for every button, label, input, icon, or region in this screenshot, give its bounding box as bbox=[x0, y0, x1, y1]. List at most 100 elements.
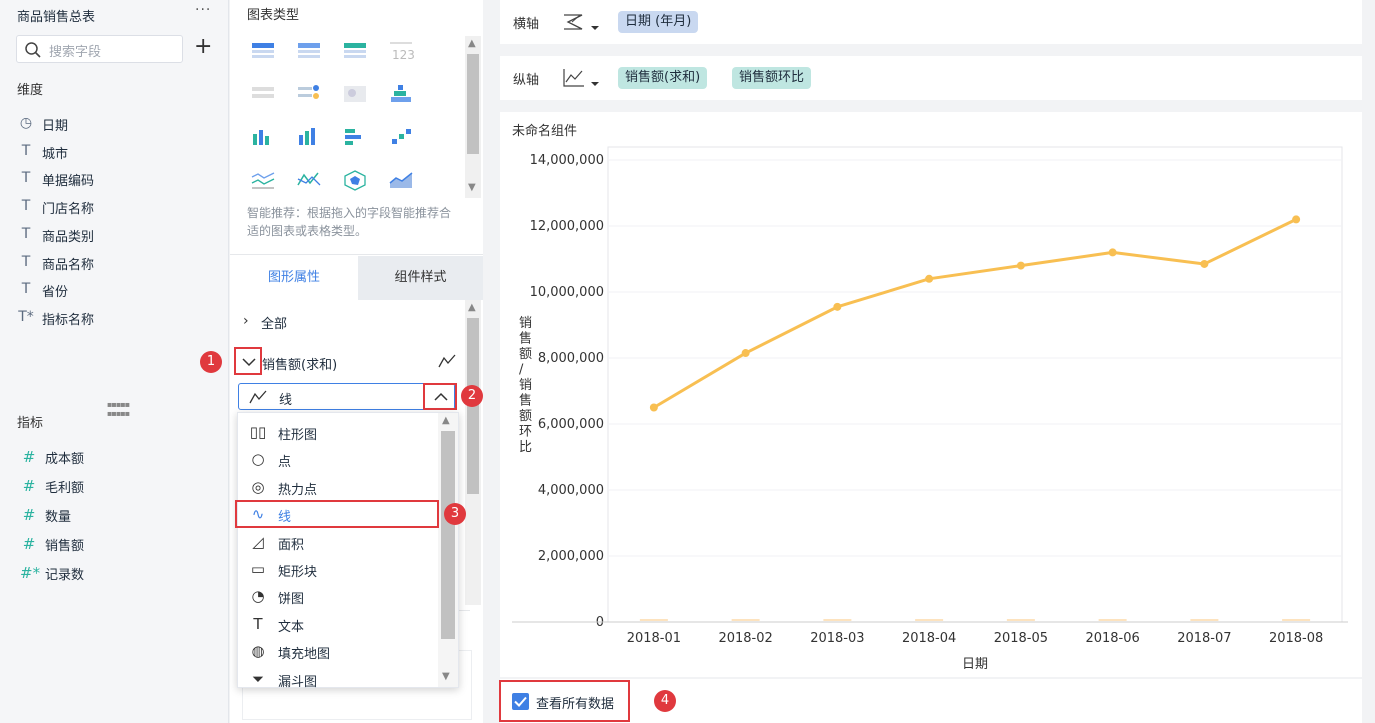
chart-type-icon[interactable] bbox=[296, 83, 322, 105]
field-item[interactable]: # 成本额 bbox=[20, 446, 210, 468]
chart-type-icon[interactable] bbox=[342, 40, 368, 62]
field-item[interactable]: T 商品类别 bbox=[17, 224, 207, 246]
mark-option[interactable]: ◔ 饼图 bbox=[248, 586, 433, 608]
text-type-calc-icon: T* bbox=[18, 308, 34, 325]
scroll-thumb[interactable] bbox=[467, 54, 479, 154]
scroll-down-icon[interactable]: ▼ bbox=[442, 671, 450, 682]
svg-text:123: 123 bbox=[392, 48, 414, 62]
mark-option-label: 填充地图 bbox=[278, 647, 331, 663]
chart-type-icon[interactable] bbox=[250, 126, 276, 148]
text-type-icon: T bbox=[21, 198, 31, 215]
chart-type-icon[interactable]: 123 bbox=[388, 40, 414, 62]
chevron-right-icon[interactable]: › bbox=[243, 313, 249, 329]
field-item[interactable]: T 省份 bbox=[17, 279, 207, 301]
tab-component-style[interactable]: 组件样式 bbox=[358, 256, 483, 300]
chart-type-icon[interactable] bbox=[342, 126, 368, 148]
line-icon bbox=[249, 390, 267, 404]
tab-graphic-properties[interactable]: 图形属性 bbox=[230, 256, 358, 300]
data-point bbox=[925, 274, 934, 283]
mark-option[interactable]: ○ 点 bbox=[248, 449, 433, 471]
chart-type-icon[interactable] bbox=[296, 169, 322, 191]
resize-grip-icon[interactable]: ▪▪▪▪▪ ▪▪▪▪▪ bbox=[107, 400, 130, 418]
data-point bbox=[833, 302, 842, 311]
dropdown-scrollbar[interactable]: ▲ ▼ bbox=[438, 413, 458, 687]
more-icon[interactable]: ··· bbox=[195, 2, 211, 18]
scroll-up-icon[interactable]: ▲ bbox=[468, 38, 476, 49]
field-label: 数量 bbox=[45, 510, 72, 525]
axis-type-icon[interactable] bbox=[562, 11, 600, 33]
chart-type-icon[interactable] bbox=[296, 126, 322, 148]
mark-type-dropdown: ▲ ▼ ▯▯ 柱形图 ○ 点 ◎ 热力点 ∿ 线 ◿ 面积 ▭ 矩形块 ◔ 饼图 T 文本 ◍ 填充地图 ⏷ 漏斗图 bbox=[237, 412, 459, 691]
dropdown-toggle-highlight[interactable] bbox=[423, 383, 457, 410]
field-item[interactable]: T 门店名称 bbox=[17, 196, 207, 218]
field-item[interactable]: T 单据编码 bbox=[17, 168, 207, 190]
selected-mark-type: 线 bbox=[279, 393, 293, 408]
dataset-title: 商品销售总表 bbox=[17, 10, 96, 25]
chart-type-grid: 123 bbox=[250, 40, 440, 200]
line-axis-icon[interactable] bbox=[562, 67, 600, 89]
all-measures-label[interactable]: 全部 bbox=[261, 313, 287, 332]
x-field-pill[interactable]: 日期 (年月) bbox=[618, 11, 699, 33]
x-tick-label: 2018-03 bbox=[810, 631, 864, 646]
text-type-icon: T bbox=[21, 225, 31, 242]
chart-type-icon[interactable] bbox=[250, 83, 276, 105]
mark-option[interactable]: ◎ 热力点 bbox=[248, 477, 433, 499]
x-tick-label: 2018-01 bbox=[627, 631, 681, 646]
mark-option[interactable]: T 文本 bbox=[248, 614, 433, 636]
mark-option[interactable]: ◍ 填充地图 bbox=[248, 641, 433, 663]
scroll-down-icon[interactable]: ▼ bbox=[468, 182, 476, 193]
add-field-button[interactable]: + bbox=[194, 36, 212, 58]
mark-option[interactable]: ▯▯ 柱形图 bbox=[248, 422, 433, 444]
field-item[interactable]: T 商品名称 bbox=[17, 252, 207, 274]
field-label: 商品名称 bbox=[42, 257, 95, 273]
field-item[interactable]: T 城市 bbox=[17, 141, 207, 163]
field-item[interactable]: T* 指标名称 bbox=[17, 307, 207, 329]
annotation-badge-1: 1 bbox=[200, 351, 222, 373]
annotation-badge-2: 2 bbox=[461, 385, 483, 407]
collapse-toggle-highlight[interactable] bbox=[234, 347, 262, 375]
clock-icon: ◷ bbox=[19, 115, 33, 131]
chart-widget: 未命名组件 14,000,000 12,000,000 10,000,000 8,00… bbox=[500, 112, 1362, 677]
text-type-icon: T bbox=[21, 281, 31, 298]
y-tick-label: 8,000,000 bbox=[538, 351, 604, 366]
field-label: 城市 bbox=[42, 146, 69, 162]
field-item[interactable]: # 毛利额 bbox=[20, 475, 210, 497]
scroll-up-icon[interactable]: ▲ bbox=[468, 302, 476, 313]
y-field-pill-1[interactable]: 销售额(求和) bbox=[618, 67, 708, 89]
y-axis-bar: 纵轴 销售额(求和) 销售额环比 bbox=[500, 56, 1362, 100]
y-field-pill-2[interactable]: 销售额环比 bbox=[732, 67, 812, 89]
chevron-up-icon bbox=[434, 392, 448, 401]
y-tick-label: 6,000,000 bbox=[538, 417, 604, 432]
field-item[interactable]: # 销售额 bbox=[20, 533, 210, 555]
chart-type-icon[interactable] bbox=[250, 169, 276, 191]
divider bbox=[230, 254, 483, 255]
chart-type-icon[interactable] bbox=[388, 169, 414, 191]
chart-type-icon[interactable] bbox=[250, 40, 276, 62]
mark-option[interactable]: ▭ 矩形块 bbox=[248, 559, 433, 581]
text-type-icon: T bbox=[21, 253, 31, 270]
chart-type-icon[interactable] bbox=[388, 83, 414, 105]
property-scrollbar[interactable]: ▲ bbox=[465, 300, 481, 605]
field-item[interactable]: #* 记录数 bbox=[20, 562, 210, 584]
chart-type-scrollbar[interactable]: ▲ ▼ bbox=[465, 36, 481, 198]
search-input[interactable]: 搜索字段 bbox=[16, 35, 183, 63]
number-icon: # bbox=[22, 448, 36, 466]
chart-type-icon[interactable] bbox=[296, 40, 322, 62]
chart-type-icon[interactable] bbox=[342, 83, 368, 105]
scroll-up-icon[interactable]: ▲ bbox=[442, 415, 450, 426]
number-icon: # bbox=[22, 506, 36, 524]
field-item[interactable]: ◷ 日期 bbox=[17, 113, 207, 135]
chart-type-icon[interactable] bbox=[342, 169, 368, 191]
x-tick-label: 2018-04 bbox=[902, 631, 956, 646]
measures-heading: 指标 bbox=[17, 416, 44, 431]
chart-type-icon[interactable] bbox=[388, 126, 414, 148]
line-icon[interactable] bbox=[438, 353, 456, 369]
y-tick-label: 4,000,000 bbox=[538, 483, 604, 498]
mark-option[interactable]: ◿ 面积 bbox=[248, 532, 433, 554]
text-type-icon: T bbox=[21, 170, 31, 187]
field-item[interactable]: # 数量 bbox=[20, 504, 210, 526]
data-point bbox=[1292, 215, 1301, 224]
scroll-thumb[interactable] bbox=[441, 431, 455, 639]
mark-option-label: 文本 bbox=[278, 619, 305, 635]
mark-option[interactable]: ⏷ 漏斗图 bbox=[248, 669, 433, 691]
